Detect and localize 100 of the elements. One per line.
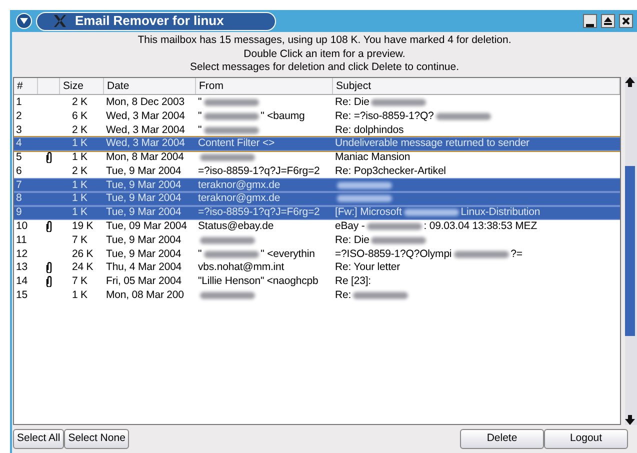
message-row[interactable]: 6 2 K Tue, 9 Mar 2004 =?iso-8859-1?q?J=F6rg=2 Re: Pop3checker-Artikel <box>14 164 620 178</box>
table-cell: " <box>198 110 202 123</box>
blurred-text <box>337 195 392 202</box>
blurred-text <box>454 250 509 258</box>
table-cell: 8 <box>16 192 22 206</box>
table-cell: Undeliverable message returned to sender <box>335 137 530 150</box>
table-cell: Fri, 05 Mar 2004 <box>106 275 182 288</box>
message-row[interactable]: 7 1 K Tue, 9 Mar 2004 teraknor@gmx.de <box>14 178 620 192</box>
message-row[interactable]: 2 6 K Wed, 3 Mar 2004 " " <baumg Re: =?iso-8859-1?Q? <box>14 109 620 124</box>
scroll-up-icon[interactable] <box>625 76 635 86</box>
table-cell: 7 <box>16 178 22 192</box>
table-cell: =?iso-8859-1?q?J=F6rg=2 <box>198 206 320 220</box>
column-header[interactable]: From <box>196 78 333 94</box>
table-cell: "Lillie Henson" <naoghcpb <box>198 275 318 288</box>
message-row[interactable]: 4 1 K Wed, 3 Mar 2004 Content Filter <> Undeliverable message returned to sender <box>14 136 620 151</box>
table-cell: Content Filter <> <box>198 137 275 150</box>
table-cell: Re: <box>335 289 352 302</box>
table-cell: Re: Pop3checker-Artikel <box>335 164 446 178</box>
blurred-text <box>371 236 426 244</box>
table-cell: 15 <box>16 289 28 302</box>
table-cell: Linux-Distribution <box>460 206 540 220</box>
column-header[interactable]: # <box>14 78 38 94</box>
table-cell: 2 K <box>72 164 88 178</box>
blurred-text <box>204 98 259 106</box>
x-logo-icon <box>53 14 67 28</box>
action-button[interactable]: Logout <box>544 429 628 449</box>
table-cell: Status@ebay.de <box>198 220 274 234</box>
table-cell: 9 <box>16 206 22 220</box>
table-cell: 11 <box>16 234 27 247</box>
table-cell: Re: Die <box>335 96 370 109</box>
table-cell: teraknor@gmx.de <box>198 192 280 206</box>
table-cell: : 09.03.04 13:38:53 MEZ <box>424 220 538 234</box>
table-cell: Re [23]: <box>335 275 371 288</box>
blurred-text <box>204 250 259 258</box>
scrollbar-thumb[interactable] <box>625 166 635 336</box>
table-cell: teraknor@gmx.de <box>198 178 280 192</box>
table-cell: 2 K <box>72 124 88 136</box>
blurred-text <box>204 112 259 120</box>
table-cell: 5 <box>16 151 22 164</box>
table-cell: 4 <box>16 137 22 150</box>
table-cell: 1 K <box>72 151 88 164</box>
blurred-text <box>337 182 392 189</box>
table-cell: 24 K <box>72 261 94 274</box>
table-cell: Mon, 8 Dec 2003 <box>106 96 184 109</box>
message-row[interactable]: 1 2 K Mon, 8 Dec 2003 " Re: Die <box>14 96 620 110</box>
message-row[interactable]: 8 1 K Tue, 9 Mar 2004 teraknor@gmx.de <box>14 192 620 206</box>
message-row[interactable]: 15 1 K Mon, 08 Mar 200 Re: <box>14 288 620 302</box>
table-cell: Re: Die <box>335 234 370 247</box>
message-row[interactable]: 3 2 K Wed, 3 Mar 2004 " Re: dolphindos <box>14 123 620 137</box>
table-cell: 10 <box>16 220 28 234</box>
column-header[interactable]: Size <box>60 78 104 94</box>
table-cell: Tue, 09 Mar 2004 <box>106 220 187 234</box>
table-cell: Wed, 3 Mar 2004 <box>106 124 185 136</box>
table-cell: 26 K <box>72 248 94 261</box>
scroll-down-icon[interactable] <box>625 415 635 425</box>
table-cell: " <box>198 96 202 109</box>
message-row[interactable]: 14 7 K Fri, 05 Mar 2004 "Lillie Henson" <naoghcpb Re [23]: <box>14 274 620 289</box>
table-cell: 1 K <box>72 178 88 192</box>
message-row[interactable]: 9 1 K Tue, 9 Mar 2004 =?iso-8859-1?q?J=F6rg=2 [Fw:] Microsoft Linux-Distribution <box>14 206 620 220</box>
table-cell: 6 K <box>72 110 88 123</box>
message-row[interactable]: 11 7 K Tue, 9 Mar 2004 Re: Die <box>14 233 620 248</box>
table-cell: 1 K <box>72 289 88 302</box>
minimize-button[interactable] <box>583 14 597 28</box>
table-cell: " <box>198 248 202 261</box>
table-cell: Tue, 9 Mar 2004 <box>106 248 182 261</box>
column-header[interactable]: Date <box>104 78 196 94</box>
message-row[interactable]: 12 26 K Tue, 9 Mar 2004 " " <everythin =?ISO-8859-1?Q?Olympi ?= <box>14 247 620 262</box>
close-button[interactable] <box>619 14 633 28</box>
table-cell: 7 K <box>72 234 88 247</box>
maximize-icon <box>604 17 612 25</box>
blurred-text <box>204 126 259 134</box>
blurred-text <box>353 292 408 300</box>
table-cell: 2 K <box>72 96 88 109</box>
message-row[interactable]: 13 24 K Thu, 4 Mar 2004 vbs.nohat@mm.int Re: Your letter <box>14 261 620 275</box>
table-cell: " <box>198 124 202 136</box>
table-cell: Maniac Mansion <box>335 151 410 164</box>
action-button[interactable]: Select None <box>64 429 130 449</box>
table-cell: =?iso-8859-1?q?J=F6rg=2 <box>198 164 320 178</box>
table-cell: 1 K <box>72 192 88 206</box>
column-header[interactable]: Subject <box>333 78 620 94</box>
blurred-text <box>200 154 255 162</box>
action-button[interactable]: Select All <box>13 429 64 449</box>
table-cell: 1 K <box>72 206 88 220</box>
blurred-text <box>366 223 422 230</box>
table-cell: Tue, 9 Mar 2004 <box>106 192 182 206</box>
info-text: Double Click an item for a preview. <box>244 48 406 61</box>
table-cell: Wed, 3 Mar 2004 <box>106 137 185 150</box>
message-row[interactable]: 5 1 K Mon, 8 Mar 2004 Maniac Mansion <box>14 150 620 164</box>
table-cell: 13 <box>16 261 28 274</box>
table-cell: eBay - <box>335 220 365 234</box>
table-cell: vbs.nohat@mm.int <box>198 261 284 274</box>
blurred-text <box>404 209 459 216</box>
maximize-button[interactable] <box>601 14 615 28</box>
action-button[interactable]: Delete <box>460 429 544 449</box>
table-cell: Re: =?iso-8859-1?Q? <box>335 110 434 123</box>
table-cell: 1 K <box>72 137 88 150</box>
blurred-text <box>371 98 426 106</box>
message-row[interactable]: 10 19 K Tue, 09 Mar 2004 Status@ebay.de eBay - : 09.03.04 13:38:53 MEZ <box>14 220 620 234</box>
table-cell: 1 <box>16 96 22 109</box>
window-menu-button[interactable] <box>16 13 32 29</box>
